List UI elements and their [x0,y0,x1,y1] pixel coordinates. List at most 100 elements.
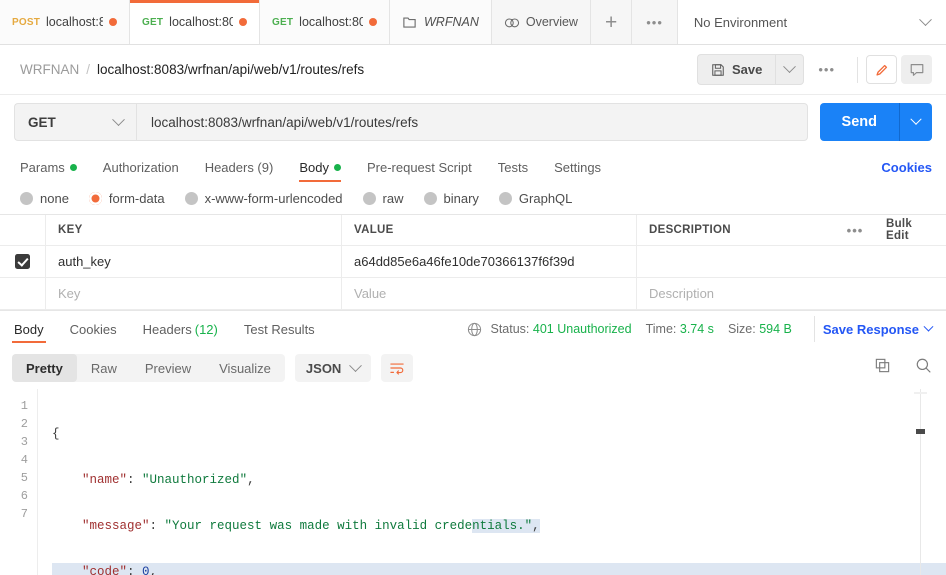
table-more-button[interactable]: ••• [836,215,874,245]
json-punct: : [127,565,142,575]
body-type-none[interactable]: none [20,191,69,206]
status-label: Status: [491,322,530,336]
breadcrumb-collection[interactable]: WRFNAN [20,62,79,77]
json-code[interactable]: { "name": "Unauthorized", "message": "Yo… [38,389,946,575]
edit-request-button[interactable] [866,55,897,84]
scrollbar-thumb[interactable] [916,429,925,434]
plus-icon: + [605,12,617,33]
tab-headers[interactable]: Headers (9) [205,160,274,182]
row-checkbox[interactable] [0,246,46,277]
url-bar: GET localhost:8083/wrfnan/api/web/v1/rou… [0,95,946,149]
body-type-label: GraphQL [519,191,572,206]
chevron-down-icon [910,114,921,125]
overview-tab[interactable]: Overview [492,0,591,44]
form-data-table: KEY VALUE DESCRIPTION ••• Bulk Edit auth… [0,214,946,310]
wrap-lines-button[interactable] [381,354,413,382]
line-number: 7 [0,505,28,523]
save-options-button[interactable] [775,54,804,85]
floppy-disk-icon [711,63,725,77]
view-mode-pretty[interactable]: Pretty [12,354,77,382]
body-type-form-data[interactable]: form-data [89,191,165,206]
request-more-button[interactable]: ••• [804,61,849,79]
body-type-graphql[interactable]: GraphQL [499,191,572,206]
response-body-viewer[interactable]: 1 2 3 4 5 6 7 { "name": "Unauthorized", … [0,389,946,575]
search-icon [915,357,932,374]
response-tab-test-results[interactable]: Test Results [242,311,317,347]
line-number: 6 [0,487,28,505]
request-tab-2[interactable]: GET localhost:808 [260,0,390,44]
http-method-select[interactable]: GET [14,103,136,141]
new-key-input[interactable]: Key [46,278,342,309]
table-row[interactable]: auth_key a64dd85e6a46fe10de70366137f6f39… [0,246,946,278]
save-response-button[interactable]: Save Response [823,322,932,337]
request-header-bar: WRFNAN / localhost:8083/wrfnan/api/web/v… [0,45,946,95]
row-value-input[interactable]: a64dd85e6a46fe10de70366137f6f39d [342,246,637,277]
table-header-row: KEY VALUE DESCRIPTION ••• Bulk Edit [0,215,946,246]
send-options-button[interactable] [900,103,932,141]
body-type-label: binary [444,191,479,206]
new-description-input[interactable]: Description [637,278,946,309]
view-mode-preview[interactable]: Preview [131,354,205,382]
minimap-top-marker [914,392,927,394]
tab-method-label: GET [272,17,293,28]
send-button[interactable]: Send [820,103,900,141]
row-description-input[interactable] [637,246,946,277]
tab-pre-request-script[interactable]: Pre-request Script [367,160,472,182]
new-value-input[interactable]: Value [342,278,637,309]
request-tab-bar: POST localhost:808 GET localhost:808 GET… [0,0,946,45]
environment-selector[interactable]: No Environment [678,0,946,44]
cookies-link[interactable]: Cookies [881,160,932,182]
response-section-tabs: Body Cookies Headers (12) Test Results S… [0,310,946,347]
body-type-binary[interactable]: binary [424,191,479,206]
http-method-label: GET [28,115,56,130]
breadcrumb-request-name[interactable]: localhost:8083/wrfnan/api/web/v1/routes/… [97,62,364,77]
search-button[interactable] [915,357,932,379]
radio-icon [424,192,437,205]
view-mode-visualize[interactable]: Visualize [205,354,285,382]
line-number: 2 [0,415,28,433]
tab-label: Headers [143,322,192,337]
json-brace: { [52,427,60,441]
row-checkbox-empty[interactable] [0,278,46,309]
url-input[interactable]: localhost:8083/wrfnan/api/web/v1/routes/… [136,103,808,141]
body-type-x-www-form-urlencoded[interactable]: x-www-form-urlencoded [185,191,343,206]
save-response-label: Save Response [823,322,919,337]
line-number: 5 [0,469,28,487]
response-format-select[interactable]: JSON [295,354,371,382]
tab-settings[interactable]: Settings [554,160,601,182]
request-tab-0[interactable]: POST localhost:808 [0,0,130,44]
response-tab-headers[interactable]: Headers (12) [141,311,220,347]
copy-button[interactable] [874,357,891,379]
radio-icon [499,192,512,205]
view-mode-raw[interactable]: Raw [77,354,131,382]
request-tab-1[interactable]: GET localhost:808 [130,0,260,44]
tab-authorization[interactable]: Authorization [103,160,179,182]
copy-icon [874,357,891,374]
line-number: 1 [0,397,28,415]
body-type-raw[interactable]: raw [363,191,404,206]
radio-icon [89,192,102,205]
unsaved-dot-icon [239,18,247,26]
tab-label: Pre-request Script [367,160,472,175]
time-value: 3.74 s [680,322,714,336]
comment-button[interactable] [901,55,932,84]
body-type-label: x-www-form-urlencoded [205,191,343,206]
globe-icon[interactable] [467,322,482,337]
tab-tests[interactable]: Tests [498,160,528,182]
overview-icon [504,15,520,29]
code-line-2: "name": "Unauthorized", [52,471,946,489]
tabbar-more-button[interactable]: ••• [632,0,678,44]
tab-body[interactable]: Body [299,160,341,182]
document-tab[interactable]: WRFNAN [390,0,492,44]
radio-icon [20,192,33,205]
more-horizontal-icon: ••• [646,15,663,30]
table-row-empty[interactable]: Key Value Description [0,278,946,310]
tab-params[interactable]: Params [20,160,77,182]
response-tab-body[interactable]: Body [12,311,46,347]
response-viewer-toolbar: Pretty Raw Preview Visualize JSON [0,347,946,389]
row-key-input[interactable]: auth_key [46,246,342,277]
new-tab-button[interactable]: + [591,0,632,44]
bulk-edit-button[interactable]: Bulk Edit [874,215,946,245]
response-tab-cookies[interactable]: Cookies [68,311,119,347]
save-button[interactable]: Save [697,54,775,85]
